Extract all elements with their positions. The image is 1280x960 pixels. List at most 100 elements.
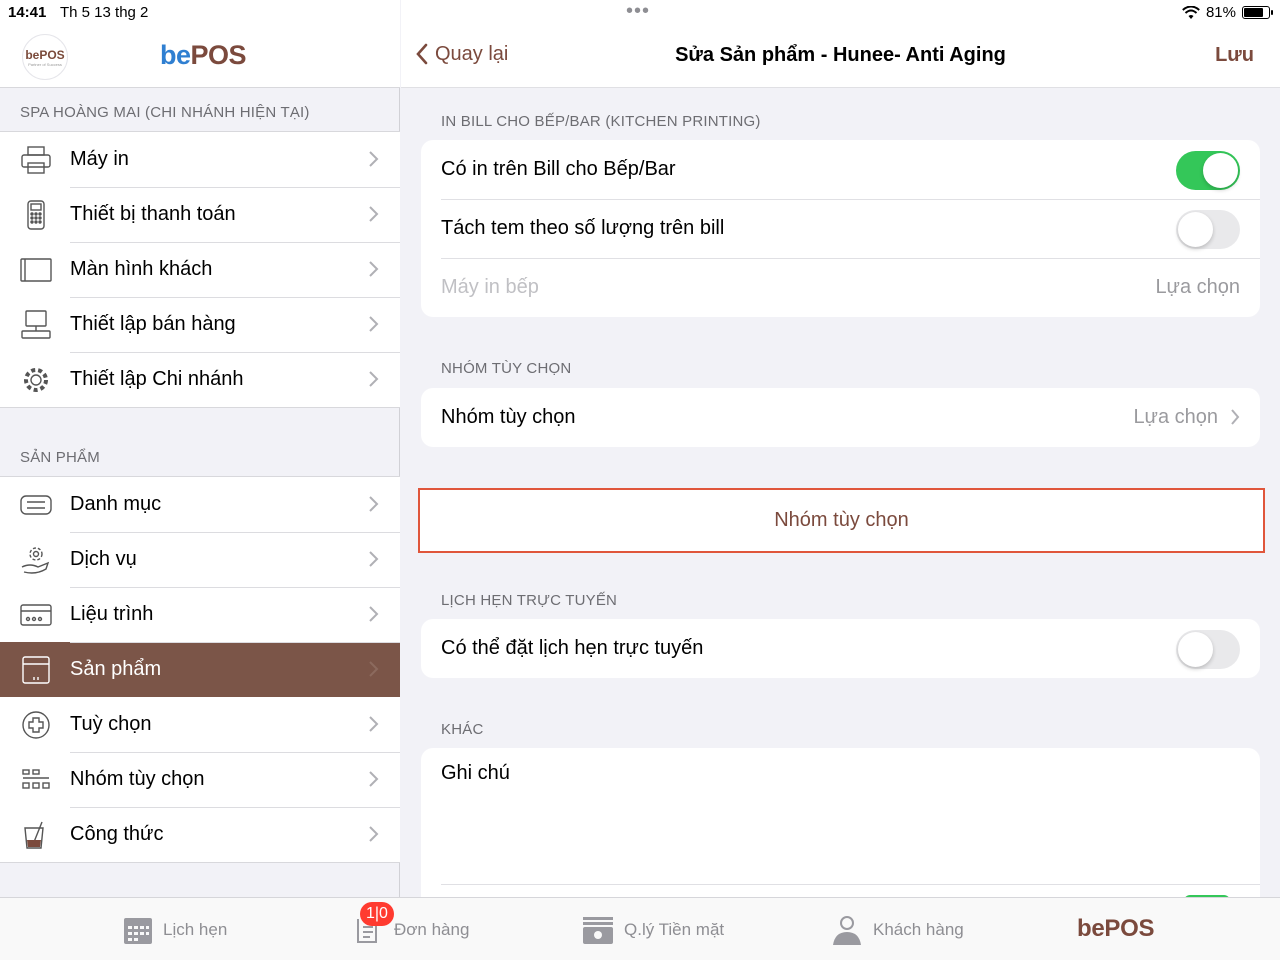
sidebar-item-label: Thiết bị thanh toán [70, 203, 236, 225]
status-bar: 14:41 Th 5 13 thg 2 ••• 81% [0, 0, 1280, 26]
kitchen-printer-row[interactable]: Máy in bếp Lựa chọn [421, 258, 1260, 317]
customer-display-icon [20, 258, 52, 282]
sidebar-item-customer-display[interactable]: Màn hình khách [0, 242, 400, 297]
user-icon [833, 915, 861, 945]
sidebar-item-category[interactable]: Danh mục [0, 477, 400, 532]
option-group-button[interactable]: Nhóm tùy chọn [418, 488, 1265, 553]
logo-text: bePOS [25, 47, 65, 62]
sidebar-item-option-group[interactable]: Nhóm tùy chọn [0, 752, 400, 807]
settings-menu: Máy in Thiết bị thanh toán Màn hình khác… [0, 131, 400, 408]
service-icon [21, 547, 50, 574]
chevron-right-icon [369, 551, 379, 567]
tab-customers[interactable]: Khách hàng [831, 898, 964, 960]
status-right: 81% [1182, 4, 1273, 21]
option-group-card: Nhóm tùy chọn Lựa chọn [421, 388, 1260, 447]
status-time: 14:41 [8, 4, 47, 21]
note-card: Ghi chú [421, 748, 1260, 908]
tab-label: Q.lý Tiền mặt [624, 919, 725, 939]
print-on-bill-label: Có in trên Bill cho Bếp/Bar [441, 158, 676, 180]
battery-percent: 81% [1205, 4, 1236, 21]
sidebar-item-service[interactable]: Dịch vụ [0, 532, 400, 587]
split-labels-label: Tách tem theo số lượng trên bill [441, 217, 725, 239]
sidebar-item-label: Thiết lập bán hàng [70, 313, 236, 335]
status-date: Th 5 13 thg 2 [60, 4, 149, 21]
chevron-right-icon [369, 151, 379, 167]
tab-cash[interactable]: Q.lý Tiền mặt [582, 898, 724, 960]
kitchen-printer-label: Máy in bếp [441, 276, 539, 298]
wifi-icon [1182, 5, 1200, 19]
sidebar-item-label: Thiết lập Chi nhánh [70, 368, 244, 390]
sidebar-item-option[interactable]: Tuỳ chọn [0, 697, 400, 752]
chevron-right-icon [369, 261, 379, 277]
app-logo: bePOS Partner of Success [22, 34, 68, 80]
save-button[interactable]: Lưu [1215, 44, 1254, 67]
sidebar-item-treatment[interactable]: Liệu trình [0, 587, 400, 642]
online-booking-label: Có thể đặt lịch hẹn trực tuyến [441, 637, 704, 659]
online-booking-row: Có thể đặt lịch hẹn trực tuyến [421, 619, 1260, 678]
recipe-icon [24, 821, 44, 849]
tab-label: Đơn hàng [394, 919, 470, 939]
plus-circle-icon [22, 711, 50, 739]
kitchen-printer-value: Lựa chọn [1155, 276, 1240, 298]
kitchen-card: Có in trên Bill cho Bếp/Bar Tách tem the… [421, 140, 1260, 317]
sidebar-item-label: Sản phẩm [70, 658, 162, 680]
option-group-section-header: NHÓM TÙY CHỌN [441, 360, 572, 377]
chevron-right-icon [369, 771, 379, 787]
brand-suffix: POS [190, 40, 247, 70]
brand-prefix: be [160, 40, 191, 70]
chevron-right-icon [369, 716, 379, 732]
option-group-value: Lựa chọn [1133, 406, 1218, 428]
chevron-right-icon [1231, 409, 1240, 425]
note-label: Ghi chú [441, 762, 510, 784]
tab-brand-logo[interactable]: bePOS [1077, 915, 1155, 943]
option-group-label: Nhóm tùy chọn [441, 406, 576, 428]
tab-appointments[interactable]: Lịch hẹn [123, 898, 227, 960]
sidebar-item-branch-setup[interactable]: Thiết lập Chi nhánh [0, 352, 400, 407]
logo-subtext: Partner of Success [28, 61, 62, 67]
tab-label: Khách hàng [873, 919, 964, 939]
sidebar-item-label: Liệu trình [70, 603, 154, 625]
chevron-right-icon [369, 661, 379, 677]
other-section-header: KHÁC [441, 721, 484, 738]
sidebar-item-sales-setup[interactable]: Thiết lập bán hàng [0, 297, 400, 352]
split-labels-row: Tách tem theo số lượng trên bill [421, 199, 1260, 258]
main-content: Quay lại Sửa Sản phẩm - Hunee- Anti Agin… [401, 0, 1280, 908]
payment-terminal-icon [27, 200, 45, 230]
section-branch-label: SPA HOÀNG MAI (CHI NHÁNH HIỆN TẠI) [20, 104, 310, 121]
sidebar-item-label: Dịch vụ [70, 548, 137, 570]
sidebar-item-label: Danh mục [70, 493, 162, 515]
tab-label: Lịch hẹn [163, 919, 228, 939]
printer-icon [21, 146, 51, 174]
cash-register-icon [583, 916, 613, 944]
sidebar-item-label: Tuỳ chọn [70, 713, 152, 735]
pos-terminal-icon [21, 310, 51, 339]
sidebar-item-label: Nhóm tùy chọn [70, 768, 205, 790]
sidebar-item-label: Công thức [70, 823, 164, 845]
product-box-icon [22, 656, 50, 684]
chevron-right-icon [369, 606, 379, 622]
battery-icon [1242, 6, 1273, 19]
online-booking-card: Có thể đặt lịch hẹn trực tuyến [421, 619, 1260, 678]
option-group-icon [22, 769, 50, 789]
sidebar-item-product[interactable]: Sản phẩm [0, 642, 400, 697]
chevron-right-icon [369, 496, 379, 512]
sidebar-item-printer[interactable]: Máy in [0, 132, 400, 187]
chevron-right-icon [369, 206, 379, 222]
chevron-right-icon [369, 826, 379, 842]
print-on-bill-toggle[interactable] [1176, 151, 1240, 190]
online-booking-toggle[interactable] [1176, 630, 1240, 669]
divider [441, 884, 1260, 885]
section-products-label: SẢN PHẨM [20, 449, 100, 466]
products-menu: Danh mục Dịch vụ Liệu trình Sản phẩm Tuỳ… [0, 476, 400, 863]
option-group-row[interactable]: Nhóm tùy chọn Lựa chọn [421, 388, 1260, 447]
multitasking-dots-icon[interactable]: ••• [626, 0, 650, 23]
calendar-icon [124, 917, 152, 944]
sidebar-item-payment-device[interactable]: Thiết bị thanh toán [0, 187, 400, 242]
kitchen-section-header: IN BILL CHO BẾP/BAR (KITCHEN PRINTING) [441, 113, 761, 130]
split-labels-toggle[interactable] [1176, 210, 1240, 249]
sidebar-item-recipe[interactable]: Công thức [0, 807, 400, 862]
chevron-right-icon [369, 371, 379, 387]
chevron-right-icon [369, 316, 379, 332]
treatment-card-icon [20, 604, 52, 626]
category-icon [20, 495, 52, 515]
